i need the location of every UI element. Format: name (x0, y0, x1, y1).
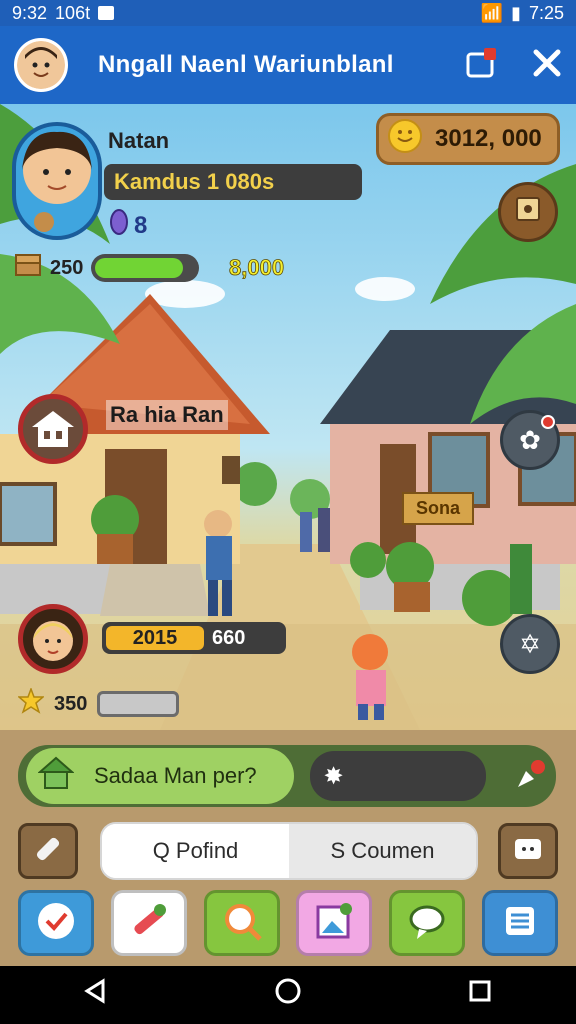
pencil-icon (31, 832, 65, 871)
image-icon (312, 899, 356, 948)
chat-row: Sadaa Man per? ✸ (18, 745, 556, 807)
npc-house-portrait[interactable] (18, 394, 88, 464)
system-status-bar: 9:32 106t 📶 ▮ 7:25 (0, 0, 576, 26)
compass-icon: ✡ (519, 628, 541, 659)
recent-icon[interactable] (467, 978, 493, 1012)
chat-bubble-button[interactable] (498, 823, 558, 879)
hp-label: 250 (50, 256, 84, 279)
notification-icon (98, 6, 115, 20)
house-icon (37, 756, 75, 796)
search-icon (220, 899, 264, 948)
currency-display[interactable]: 3012, 000 (376, 113, 560, 165)
search-button[interactable] (203, 890, 280, 956)
pin-icon[interactable] (514, 757, 548, 796)
compass-button[interactable]: ✡ (500, 614, 560, 674)
tab-row: Q Pofind S Coumen (18, 820, 558, 882)
battery-icon: ▮ (511, 2, 521, 23)
player-name: Natan (108, 128, 170, 153)
quest-progress: 2015 660 (102, 622, 286, 654)
wrench-icon (126, 898, 172, 949)
shop-sign[interactable]: Sona (402, 492, 475, 525)
currency-amount: 3012, 000 (435, 125, 542, 152)
gift-icon[interactable] (464, 46, 498, 85)
tab-coumen[interactable]: S Coumen (289, 824, 476, 878)
system-nav-bar (0, 966, 576, 1024)
chat-label: Sadaa Man per? (94, 763, 257, 788)
hp-bar (91, 254, 200, 282)
player-portrait[interactable] (12, 122, 102, 240)
stars-bar (97, 691, 180, 717)
tab-segment: Q Pofind S Coumen (100, 822, 478, 880)
menu-button[interactable] (481, 890, 558, 956)
stars-row: 350 (16, 686, 180, 720)
chat-icon (405, 899, 449, 948)
gem-icon (110, 209, 128, 242)
gear-icon: ✿ (519, 424, 541, 455)
close-icon[interactable] (532, 48, 562, 83)
message-button[interactable] (389, 890, 466, 956)
friend-portrait[interactable] (18, 604, 88, 674)
tool-button[interactable] (18, 823, 78, 879)
gallery-button[interactable] (296, 890, 373, 956)
npc-name: Ra hia Ran (106, 400, 228, 430)
player-subtitle: Kamdus 1 080s (104, 164, 362, 200)
status-carrier: 106t (55, 2, 91, 23)
status-time-right: 7:25 (528, 2, 564, 23)
stars-value: 350 (54, 692, 88, 715)
wifi-icon: 📶 (480, 2, 504, 23)
status-time-left: 9:32 (12, 2, 48, 23)
chest-icon (14, 253, 42, 283)
chat-input[interactable]: ✸ (309, 751, 486, 801)
coin-icon (387, 118, 423, 161)
checklist-icon (34, 899, 78, 948)
settings-button[interactable]: ✿ (500, 410, 560, 470)
action-row (18, 890, 558, 956)
hp-value: 8,000 (229, 255, 285, 281)
map-button[interactable] (498, 182, 558, 242)
chat-bubble-icon (513, 837, 543, 866)
quest-value: 660 (212, 626, 246, 649)
level-value: 8 (134, 211, 148, 239)
hp-row: 250 (14, 253, 200, 283)
tool-action-button[interactable] (110, 890, 187, 956)
back-icon[interactable] (83, 978, 109, 1012)
chat-button[interactable]: Sadaa Man per? (26, 748, 294, 804)
quest-progress-fill: 2015 (106, 626, 204, 650)
hp-bar-fill (95, 258, 184, 278)
notification-dot (541, 415, 555, 429)
sparkle-icon: ✸ (323, 762, 344, 790)
home-icon[interactable] (274, 977, 302, 1013)
star-icon (16, 686, 46, 720)
tab-pofind[interactable]: Q Pofind (102, 824, 289, 878)
app-header: Nngall Naenl Wariunblanl (0, 26, 576, 104)
app-title: Nngall Naenl Wariunblanl (98, 51, 394, 78)
map-icon (514, 195, 542, 230)
check-button[interactable] (18, 890, 94, 956)
profile-avatar[interactable] (14, 38, 68, 92)
level-badge: 8 (110, 209, 147, 242)
list-icon (500, 901, 540, 946)
